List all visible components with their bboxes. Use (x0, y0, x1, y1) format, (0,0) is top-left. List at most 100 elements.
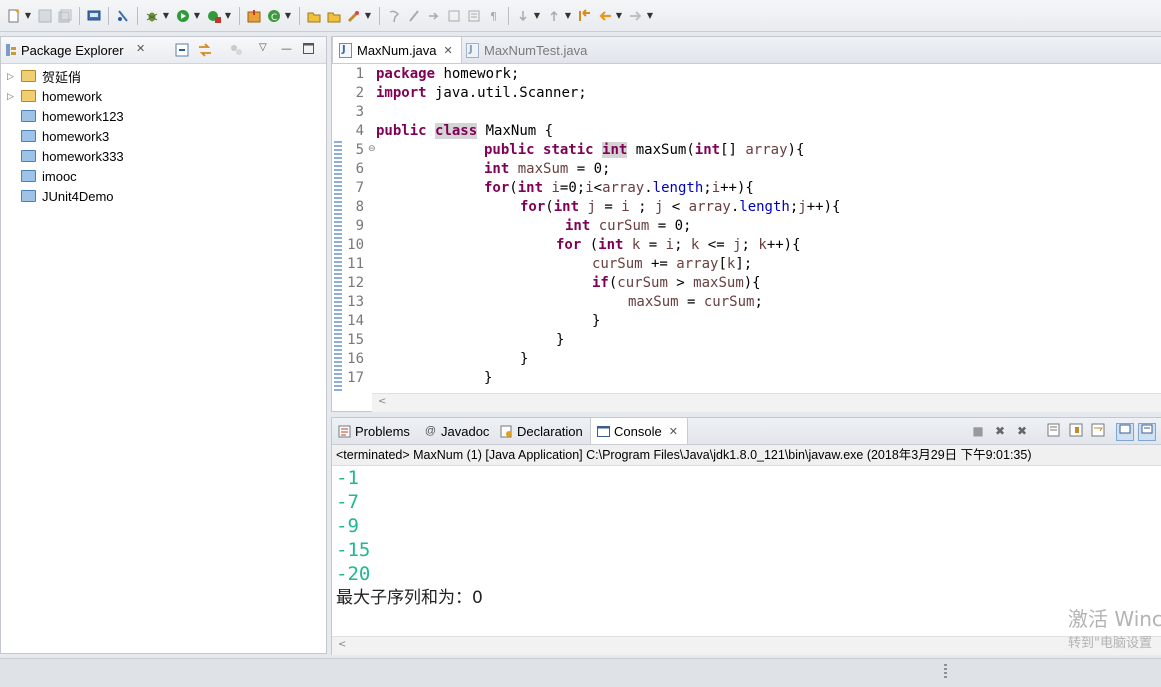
minimize-icon[interactable]: — (281, 42, 292, 55)
tree-item-project[interactable]: JUnit4Demo (1, 186, 326, 206)
identifier: i (551, 180, 560, 196)
package-explorer-icon (5, 43, 17, 60)
status-bar-grip[interactable] (944, 664, 947, 680)
identifier: array (688, 199, 731, 215)
new-java-project-icon[interactable] (246, 8, 262, 24)
keyword: for (520, 199, 546, 215)
save-icon[interactable] (37, 8, 53, 24)
display-selected-console-icon[interactable] (1138, 423, 1156, 441)
maximize-icon[interactable] (303, 43, 314, 57)
close-icon[interactable]: ✕ (669, 425, 678, 438)
tree-item-project[interactable]: ▷ 贺延俏 (1, 66, 326, 86)
paragraph-icon[interactable]: ¶ (486, 8, 502, 24)
back-icon[interactable] (597, 8, 613, 24)
open-type-icon[interactable] (306, 8, 322, 24)
prev-edit-icon[interactable] (546, 8, 562, 24)
tree-item-label: homework123 (42, 108, 124, 124)
search-icon[interactable] (346, 8, 362, 24)
chevron-left-icon[interactable]: < (378, 396, 386, 407)
toolbar-separator (137, 6, 138, 25)
chevron-down-icon[interactable]: ▼ (162, 8, 170, 24)
code-text: [ (718, 256, 727, 272)
tab-javadoc[interactable]: @ Javadoc (418, 418, 494, 444)
console-horizontal-scrollbar[interactable]: < (332, 636, 1161, 655)
close-icon[interactable]: ✕ (443, 44, 452, 57)
close-icon[interactable]: ✕ (136, 42, 145, 55)
tab-maxnum-java[interactable]: MaxNum.java ✕ (332, 37, 462, 63)
new-icon[interactable] (6, 8, 22, 24)
tree-item-project[interactable]: homework3 (1, 126, 326, 146)
chevron-down-icon[interactable]: ▼ (564, 8, 572, 24)
folder-icon (21, 190, 36, 202)
chevron-down-icon[interactable]: ▼ (364, 8, 372, 24)
code-text: =0; (559, 180, 586, 196)
tab-declaration[interactable]: Declaration (494, 418, 590, 444)
external-tools-icon[interactable] (206, 8, 222, 24)
open-task-icon[interactable] (326, 8, 342, 24)
chevron-down-icon[interactable]: ▼ (533, 8, 541, 24)
tree-item-project[interactable]: homework123 (1, 106, 326, 126)
code-text: ( (509, 180, 518, 196)
chevron-down-icon[interactable]: ▼ (615, 8, 623, 24)
scroll-lock-icon[interactable] (1068, 423, 1084, 439)
keyword: int (598, 237, 624, 253)
console-output-line: -15 (336, 539, 371, 561)
next-edit-icon[interactable] (515, 8, 531, 24)
chevron-down-icon[interactable]: ▼ (24, 8, 32, 24)
clear-console-icon[interactable] (1046, 423, 1062, 439)
debug-icon[interactable] (144, 8, 160, 24)
pin-console-icon[interactable] (1116, 423, 1134, 441)
code-text: += (642, 256, 677, 272)
new-class-icon[interactable]: C (266, 8, 282, 24)
chevron-down-icon[interactable]: ▼ (284, 8, 292, 24)
tree-item-project[interactable]: ▷ homework (1, 86, 326, 106)
remove-launch-icon[interactable]: ✖ (992, 423, 1008, 439)
view-menu-filter-icon[interactable] (229, 43, 243, 60)
terminate-icon[interactable]: ■ (970, 423, 986, 439)
show-whitespace-icon[interactable] (466, 8, 482, 24)
save-all-icon[interactable] (57, 8, 73, 24)
chevron-down-icon[interactable]: ▼ (193, 8, 201, 24)
java-project-icon (21, 70, 36, 82)
svg-text:C: C (271, 13, 277, 23)
code-area[interactable]: package homework; import java.util.Scann… (376, 65, 1156, 391)
chevron-left-icon[interactable]: < (338, 639, 346, 650)
print-icon[interactable] (86, 8, 102, 24)
toggle-breakpoint-icon[interactable] (115, 8, 131, 24)
prev-annotation-icon[interactable] (446, 8, 462, 24)
tab-maxnumtest-java[interactable]: MaxNumTest.java (460, 37, 600, 63)
identifier: array (745, 142, 788, 158)
code-text: = (678, 294, 704, 310)
tree-item-project[interactable]: imooc (1, 166, 326, 186)
editor-horizontal-scrollbar[interactable]: < (372, 393, 1161, 412)
console-output[interactable]: -1 -7 -9 -15 -20 最大子序列和为：0 (336, 466, 483, 610)
word-wrap-icon[interactable] (1090, 423, 1106, 439)
last-edit-location-icon[interactable] (577, 8, 593, 24)
pin-icon[interactable] (386, 8, 402, 24)
collapse-all-icon[interactable] (175, 43, 189, 60)
chevron-right-icon[interactable]: ▷ (7, 91, 17, 102)
annotation-icon[interactable] (406, 8, 422, 24)
tab-problems[interactable]: Problems (332, 418, 418, 444)
view-menu-icon[interactable]: ▽ (259, 42, 267, 53)
tab-label: Javadoc (441, 423, 490, 439)
keyword: for (484, 180, 510, 196)
fold-collapse-icon[interactable]: ⊖ (368, 144, 376, 154)
tab-console[interactable]: Console ✕ (590, 418, 688, 444)
tree-item-project[interactable]: homework333 (1, 146, 326, 166)
chevron-down-icon[interactable]: ▼ (646, 8, 654, 24)
keyword: static (543, 142, 594, 158)
package-explorer-title[interactable]: Package Explorer (21, 43, 124, 58)
remove-all-terminated-icon[interactable]: ✖ (1014, 423, 1030, 439)
keyword: int (517, 180, 544, 196)
identifier: array (676, 256, 719, 272)
forward-icon[interactable] (628, 8, 644, 24)
line-number-gutter: 1 2 3 4 5 6 7 8 9 10 11 12 13 14 15 16 17 ⊖ (342, 65, 376, 391)
link-with-editor-icon[interactable] (197, 43, 213, 60)
next-annotation-icon[interactable] (426, 8, 442, 24)
chevron-right-icon[interactable]: ▷ (7, 71, 17, 82)
tree-item-label: homework (42, 88, 102, 104)
chevron-down-icon[interactable]: ▼ (224, 8, 232, 24)
run-icon[interactable] (175, 8, 191, 24)
main-toolbar: ▼ ▼ ▼ ▼ C ▼ ▼ ¶ ▼ ▼ ▼ ▼ (0, 0, 1161, 32)
